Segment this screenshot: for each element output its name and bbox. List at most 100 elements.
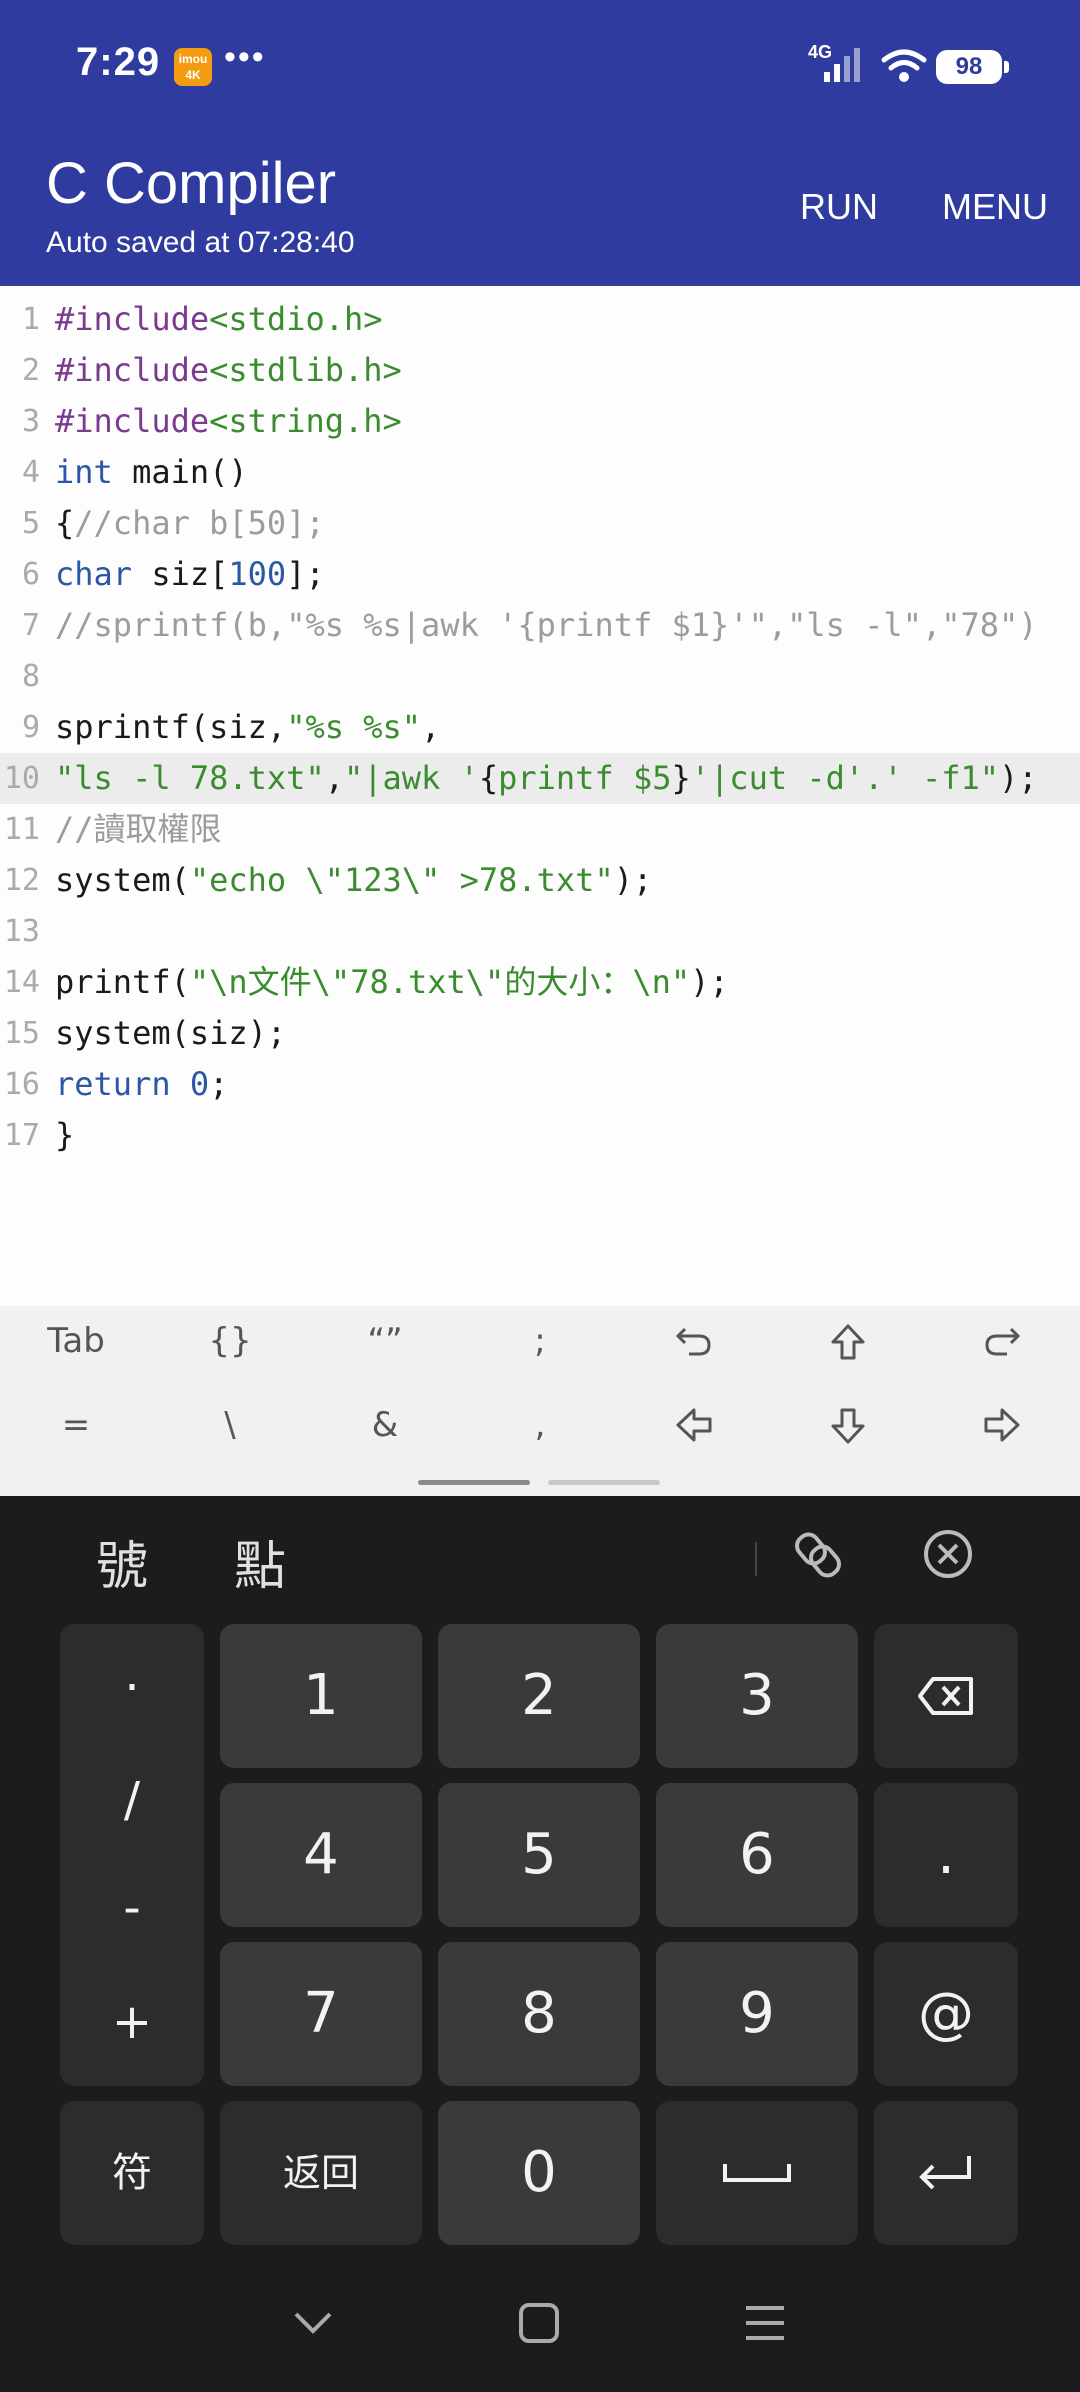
recent-apps-icon[interactable] — [742, 2300, 788, 2346]
clipboard-link-icon[interactable] — [792, 1526, 844, 1582]
code-text[interactable]: //sprintf(b,"%s %s|awk '{printf $1}'","l… — [55, 600, 1038, 651]
code-token: <stdlib.h> — [209, 351, 402, 389]
code-line[interactable]: 6 char siz[100]; — [0, 549, 1080, 600]
back-key[interactable]: 返回 — [220, 2101, 422, 2245]
code-text[interactable]: } — [55, 1110, 74, 1161]
code-editor[interactable]: 1 #include<stdio.h> 2 #include<stdlib.h> 3 #i… — [0, 286, 1080, 1306]
code-text[interactable]: system("echo \"123\" >78.txt"); — [55, 855, 652, 906]
line-number: 1 — [21, 302, 40, 337]
code-text[interactable]: return 0; — [55, 1059, 228, 1110]
code-text[interactable]: printf("\n文件\"78.txt\"的大小：\n"); — [55, 957, 729, 1008]
code-token: system( — [55, 861, 190, 899]
code-line[interactable]: 13 — [0, 906, 1080, 957]
tab-key[interactable]: Tab — [16, 1306, 136, 1376]
middle-dot-key[interactable]: · — [60, 1660, 204, 1716]
code-line[interactable]: 1 #include<stdio.h> — [0, 294, 1080, 345]
code-line[interactable]: 2 #include<stdlib.h> — [0, 345, 1080, 396]
key-1[interactable]: 1 — [220, 1624, 422, 1768]
equals-key[interactable]: = — [16, 1390, 136, 1460]
braces-key[interactable]: {} — [170, 1306, 290, 1376]
code-line[interactable]: 4 int main() — [0, 447, 1080, 498]
line-number: 2 — [21, 353, 40, 388]
code-token: //char b[50]; — [74, 504, 325, 542]
key-2[interactable]: 2 — [438, 1624, 640, 1768]
code-line[interactable]: 9 sprintf(siz,"%s %s", — [0, 702, 1080, 753]
line-number: 5 — [21, 506, 40, 541]
cursor-down-icon[interactable] — [788, 1390, 908, 1460]
key-0[interactable]: 0 — [438, 2101, 640, 2245]
plus-key[interactable]: + — [60, 1994, 204, 2050]
key-6[interactable]: 6 — [656, 1783, 858, 1927]
candidate-word[interactable]: 號 — [96, 1524, 148, 1599]
code-text[interactable]: #include<stdio.h> — [55, 294, 383, 345]
code-token: "ls -l 78.txt" — [55, 759, 325, 797]
code-line[interactable]: 3 #include<string.h> — [0, 396, 1080, 447]
key-8[interactable]: 8 — [438, 1942, 640, 2086]
ampersand-key[interactable]: & — [325, 1390, 445, 1460]
enter-key[interactable] — [874, 2101, 1018, 2245]
undo-icon[interactable] — [634, 1306, 754, 1376]
code-token: 0 — [189, 1065, 210, 1103]
code-line[interactable]: 17} — [0, 1110, 1080, 1161]
redo-icon[interactable] — [942, 1306, 1062, 1376]
app-title: C Compiler — [46, 151, 337, 216]
code-text[interactable]: int main() — [55, 447, 248, 498]
hide-keyboard-icon[interactable] — [290, 2300, 336, 2346]
code-line[interactable]: 5 {//char b[50]; — [0, 498, 1080, 549]
code-line[interactable]: 14 printf("\n文件\"78.txt\"的大小：\n"); — [0, 957, 1080, 1008]
candidate-word[interactable]: 點 — [234, 1524, 286, 1599]
comma-key[interactable]: , — [480, 1390, 600, 1460]
semicolon-key[interactable]: ; — [480, 1306, 600, 1376]
code-line[interactable]: 11 //讀取權限 — [0, 804, 1080, 855]
code-text[interactable]: #include<stdlib.h> — [55, 345, 402, 396]
slash-key[interactable]: / — [60, 1772, 204, 1828]
code-text[interactable]: system(siz); — [55, 1008, 286, 1059]
close-keyboard-icon[interactable] — [920, 1526, 976, 1582]
line-number: 8 — [21, 659, 40, 694]
code-text[interactable]: sprintf(siz,"%s %s", — [55, 702, 440, 753]
at-key[interactable]: @ — [874, 1942, 1018, 2086]
more-notifications-icon: ••• — [224, 38, 266, 76]
key-5[interactable]: 5 — [438, 1783, 640, 1927]
code-text[interactable]: char siz[100]; — [55, 549, 325, 600]
cursor-up-icon[interactable] — [788, 1306, 908, 1376]
code-line[interactable]: 12 system("echo \"123\" >78.txt"); — [0, 855, 1080, 906]
code-line[interactable]: 16 return 0; — [0, 1059, 1080, 1110]
key-7[interactable]: 7 — [220, 1942, 422, 2086]
code-token: printf( — [55, 963, 190, 1001]
key-4[interactable]: 4 — [220, 1783, 422, 1927]
autosave-status: Auto saved at 07:28:40 — [46, 226, 355, 259]
cursor-left-icon[interactable] — [634, 1390, 754, 1460]
key-9[interactable]: 9 — [656, 1942, 858, 2086]
code-token: ]; — [286, 555, 325, 593]
symbol-switch-key[interactable]: 符 — [60, 2101, 204, 2245]
code-token: , — [421, 708, 441, 746]
code-token: #include — [55, 300, 210, 338]
line-number: 6 — [21, 557, 40, 592]
line-number: 9 — [21, 710, 40, 745]
code-line[interactable]: 10 "ls -l 78.txt","|awk '{printf $5}'|cut… — [0, 753, 1080, 804]
code-line[interactable]: 7 //sprintf(b,"%s %s|awk '{printf $1}'","… — [0, 600, 1080, 651]
quotes-key[interactable]: “” — [325, 1306, 445, 1376]
code-line[interactable]: 15 system(siz); — [0, 1008, 1080, 1059]
run-button[interactable]: RUN — [800, 186, 878, 228]
menu-button[interactable]: MENU — [942, 186, 1048, 228]
code-text[interactable]: //讀取權限 — [55, 804, 222, 855]
period-key[interactable]: . — [874, 1783, 1018, 1927]
backspace-key[interactable] — [874, 1624, 1018, 1768]
status-time: 7:29 — [76, 40, 161, 84]
code-text[interactable]: #include<string.h> — [55, 396, 402, 447]
code-line[interactable]: 8 — [0, 651, 1080, 702]
space-key[interactable] — [656, 2101, 858, 2245]
key-3[interactable]: 3 — [656, 1624, 858, 1768]
home-icon[interactable] — [516, 2300, 562, 2346]
code-text[interactable]: "ls -l 78.txt","|awk '{printf $5}'|cut -… — [55, 753, 1038, 804]
minus-key[interactable]: - — [60, 1880, 204, 1936]
code-text[interactable]: {//char b[50]; — [55, 498, 325, 549]
cursor-right-icon[interactable] — [942, 1390, 1062, 1460]
code-token: int — [55, 453, 113, 491]
code-token: printf $5 — [498, 759, 672, 797]
backslash-key[interactable]: \ — [170, 1390, 290, 1460]
side-symbol-column: · / - + — [60, 1624, 204, 2086]
